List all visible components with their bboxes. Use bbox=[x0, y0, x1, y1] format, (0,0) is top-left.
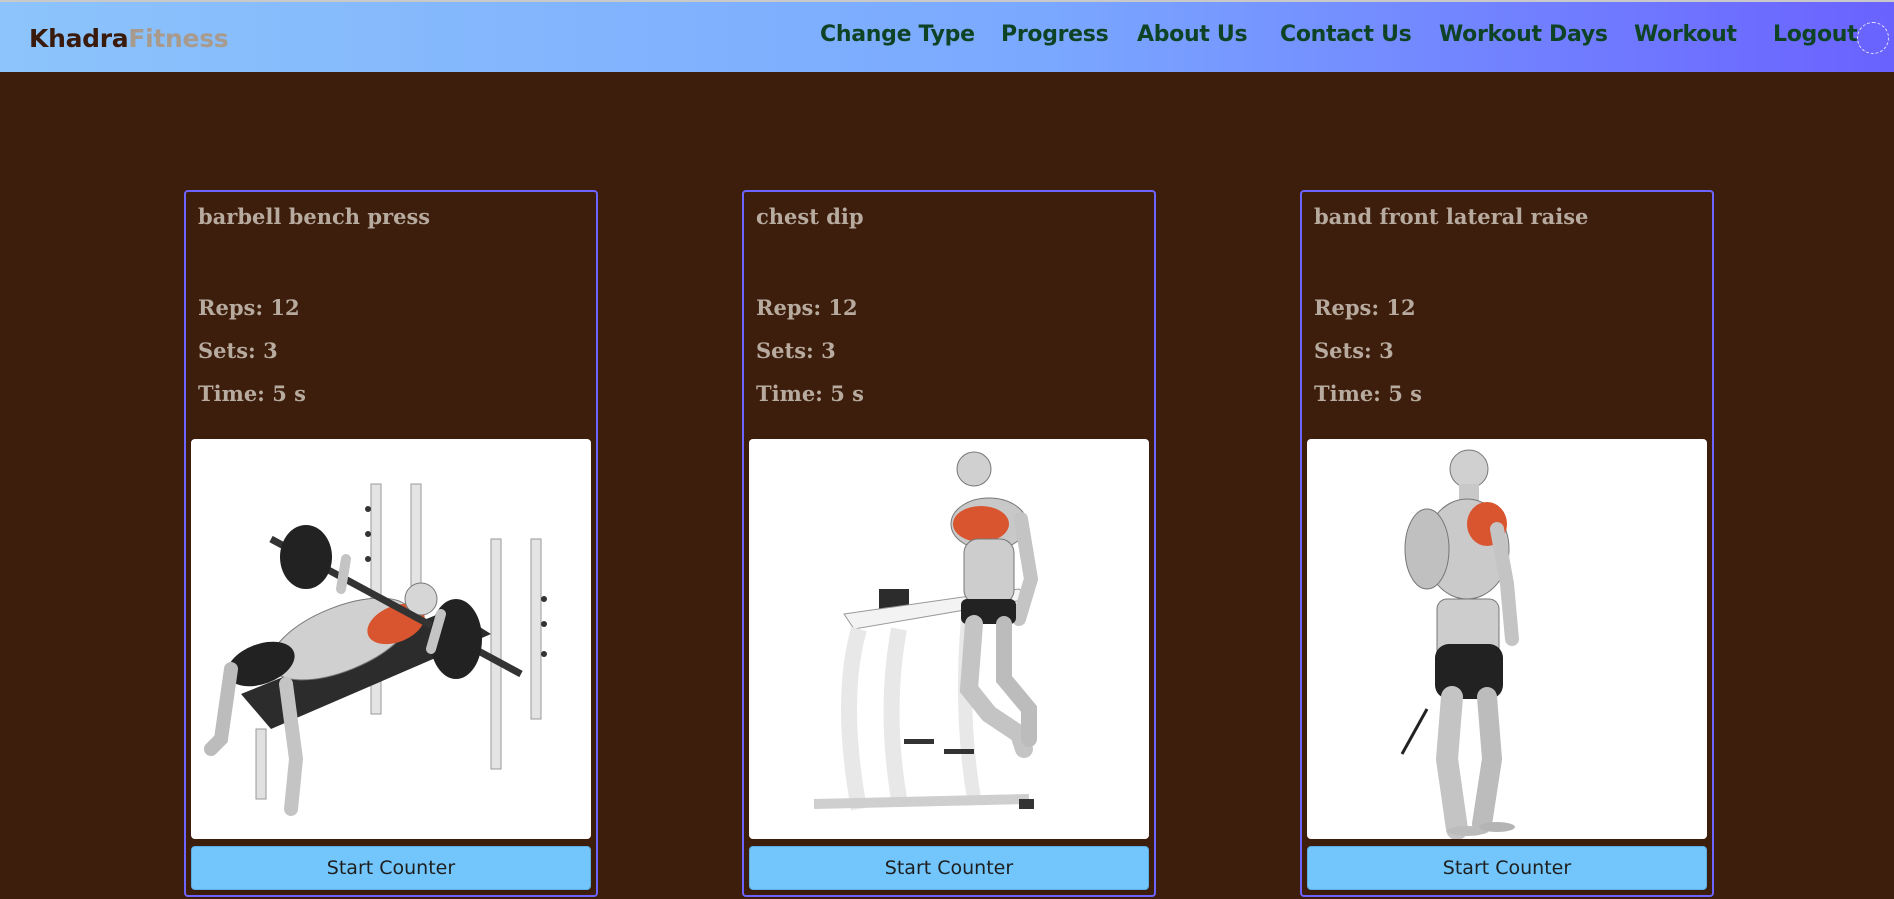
exercise-time: Time: 5 s bbox=[198, 381, 306, 406]
exercise-time: Time: 5 s bbox=[756, 381, 864, 406]
exercise-card-band-front-lateral-raise: band front lateral raise Reps: 12 Sets: … bbox=[1300, 190, 1714, 897]
exercise-sets: Sets: 3 bbox=[198, 338, 278, 363]
nav-links: Change Type Progress About Us Contact Us… bbox=[0, 22, 1894, 54]
exercise-name: band front lateral raise bbox=[1314, 204, 1589, 229]
nav-workout-days[interactable]: Workout Days bbox=[1439, 22, 1608, 47]
exercise-sets: Sets: 3 bbox=[1314, 338, 1394, 363]
exercise-card-chest-dip: chest dip Reps: 12 Sets: 3 Time: 5 s Sta… bbox=[742, 190, 1156, 897]
nav-workout[interactable]: Workout bbox=[1634, 22, 1737, 47]
start-counter-button[interactable]: Start Counter bbox=[749, 846, 1149, 890]
nav-progress[interactable]: Progress bbox=[1001, 22, 1109, 47]
exercise-name: barbell bench press bbox=[198, 204, 431, 229]
exercise-reps: Reps: 12 bbox=[198, 295, 300, 320]
exercise-image-band-lateral-raise bbox=[1307, 439, 1707, 839]
navbar: KhadraFitness Change Type Progress About… bbox=[0, 0, 1894, 72]
exercise-reps: Reps: 12 bbox=[756, 295, 858, 320]
nav-logout[interactable]: Logout bbox=[1773, 22, 1858, 47]
exercise-image-bench-press bbox=[191, 439, 591, 839]
nav-change-type[interactable]: Change Type bbox=[820, 22, 975, 47]
exercise-time: Time: 5 s bbox=[1314, 381, 1422, 406]
band-lateral-raise-illustration bbox=[1400, 449, 1519, 839]
start-counter-button[interactable]: Start Counter bbox=[1307, 846, 1707, 890]
exercise-sets: Sets: 3 bbox=[756, 338, 836, 363]
exercise-card-bench-press: barbell bench press Reps: 12 Sets: 3 Tim… bbox=[184, 190, 598, 897]
bench-press-illustration bbox=[204, 483, 547, 816]
exercise-image-chest-dip bbox=[749, 439, 1149, 839]
nav-contact-us[interactable]: Contact Us bbox=[1280, 22, 1412, 47]
exercise-name: chest dip bbox=[756, 204, 864, 229]
chest-dip-illustration bbox=[813, 451, 1039, 811]
theme-toggle-icon[interactable] bbox=[1857, 22, 1889, 54]
exercise-reps: Reps: 12 bbox=[1314, 295, 1416, 320]
nav-about-us[interactable]: About Us bbox=[1137, 22, 1248, 47]
start-counter-button[interactable]: Start Counter bbox=[191, 846, 591, 890]
